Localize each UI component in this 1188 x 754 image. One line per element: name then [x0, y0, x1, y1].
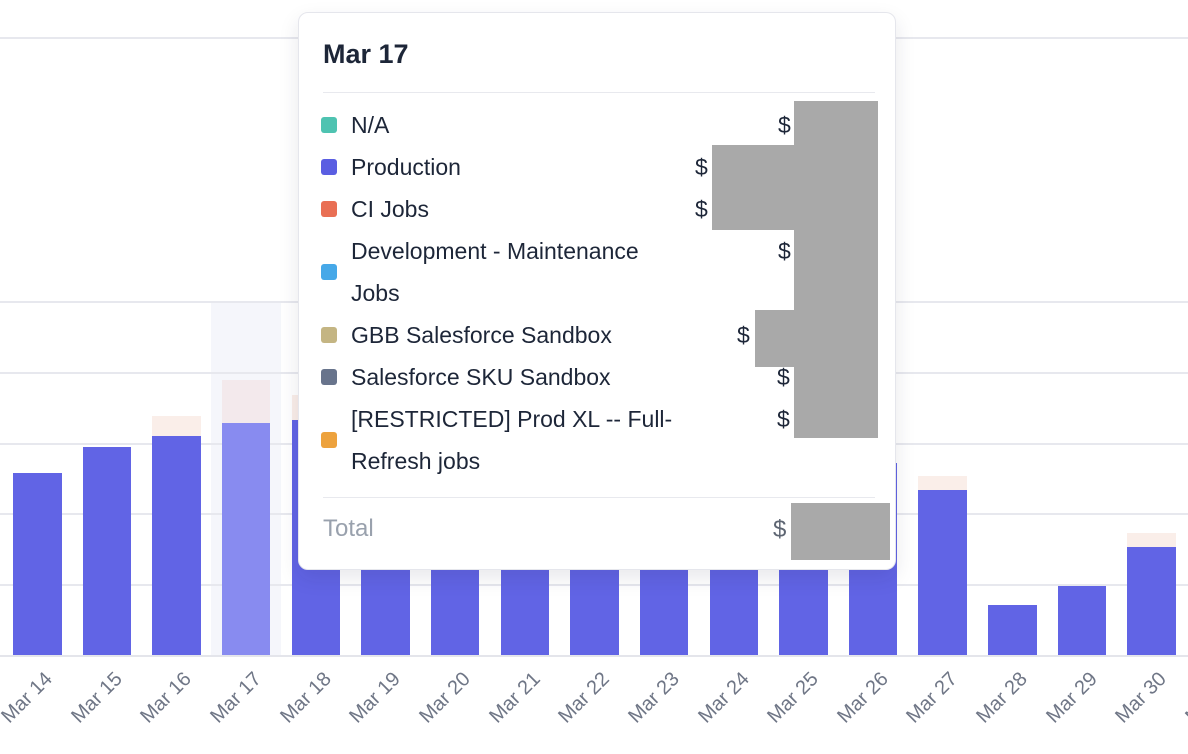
x-axis-label: Mar 16 [137, 668, 197, 728]
tooltip-divider-top [323, 92, 875, 93]
x-axis-label: Mar 19 [345, 668, 405, 728]
x-axis-label: Mar 21 [485, 668, 545, 728]
tooltip-row-label: [RESTRICTED] Prod XL -- Full-Refresh job… [351, 398, 721, 482]
cost-chart-page: { "tooltip": { "title": "Mar 17", "value… [0, 0, 1188, 754]
x-axis-label: Mar 17 [206, 668, 266, 728]
ci-jobs-series-chip [321, 201, 337, 217]
x-axis-label: Mar 29 [1042, 668, 1102, 728]
bar-segment-ci-jobs[interactable] [1127, 533, 1176, 547]
tooltip-row-dev-maintenance: Development - Maintenance Jobs [321, 230, 691, 314]
bar-segment-ci-jobs[interactable] [152, 416, 201, 436]
bar-segment-ci-jobs[interactable] [918, 476, 967, 490]
x-axis-label: Mar 23 [624, 668, 684, 728]
x-axis-label: Mar 14 [0, 668, 58, 728]
x-axis-label: Mar 22 [554, 668, 614, 728]
x-axis-label: Mar 15 [67, 668, 127, 728]
tooltip-row-label: N/A [351, 104, 389, 146]
redacted-value-gbb [755, 310, 878, 367]
x-axis-label: Mar 28 [972, 668, 1032, 728]
x-axis-label: Mar 27 [903, 668, 963, 728]
x-axis-label: Mar 26 [833, 668, 893, 728]
bar-segment-production[interactable] [152, 436, 201, 656]
x-axis-label: Mar 18 [276, 668, 336, 728]
bar-segment-production[interactable] [1127, 547, 1176, 656]
x-axis-label: Mar 25 [763, 668, 823, 728]
restricted-prod-xl-series-chip [321, 432, 337, 448]
tooltip-row-ci-jobs: CI Jobs [321, 188, 429, 230]
bar-segment-production[interactable] [918, 490, 967, 656]
production-series-chip [321, 159, 337, 175]
value-currency-sign: $ [737, 322, 750, 349]
dev-maintenance-series-chip [321, 264, 337, 280]
na-series-chip [321, 117, 337, 133]
tooltip-row-label: Salesforce SKU Sandbox [351, 356, 611, 398]
tooltip-divider-total [323, 497, 875, 498]
x-axis-label: Mar 24 [694, 668, 754, 728]
value-currency-sign: $ [695, 196, 708, 223]
x-axis-label: Mar 30 [1112, 668, 1172, 728]
value-currency-sign: $ [777, 406, 790, 433]
sku-sandbox-series-chip [321, 369, 337, 385]
x-axis-line [0, 655, 1188, 657]
bar-segment-production[interactable] [1058, 586, 1107, 656]
tooltip-row-na: N/A [321, 104, 389, 146]
tooltip-row-label: Production [351, 146, 461, 188]
tooltip-row-label: GBB Salesforce Sandbox [351, 314, 612, 356]
bar-segment-production[interactable] [83, 447, 132, 656]
tooltip-row-restricted-prod-xl: [RESTRICTED] Prod XL -- Full-Refresh job… [321, 398, 721, 482]
value-currency-sign: $ [778, 112, 791, 139]
value-currency-sign: $ [778, 238, 791, 265]
bar-segment-production[interactable] [988, 605, 1037, 656]
tooltip-row-sku-sandbox: Salesforce SKU Sandbox [321, 356, 611, 398]
chart-tooltip: Mar 17 N/A Production CI Jobs Developmen… [298, 12, 896, 570]
value-currency-sign: $ [777, 364, 790, 391]
value-currency-sign: $ [695, 154, 708, 181]
total-currency-sign: $ [773, 516, 786, 543]
tooltip-row-production: Production [321, 146, 461, 188]
tooltip-row-label: Development - Maintenance Jobs [351, 230, 691, 314]
x-axis-label: Mar 31 [1181, 668, 1188, 728]
redacted-value-production-ci [712, 145, 878, 230]
redacted-value-total [791, 503, 890, 560]
tooltip-row-label: CI Jobs [351, 188, 429, 230]
tooltip-row-gbb-sandbox: GBB Salesforce Sandbox [321, 314, 612, 356]
bar-segment-ci-jobs[interactable] [222, 380, 271, 423]
tooltip-total-label: Total [323, 515, 374, 543]
bar-segment-production[interactable] [222, 423, 271, 656]
gbb-sandbox-series-chip [321, 327, 337, 343]
tooltip-title: Mar 17 [323, 39, 409, 70]
bar-segment-production[interactable] [13, 473, 62, 656]
x-axis-label: Mar 20 [415, 668, 475, 728]
